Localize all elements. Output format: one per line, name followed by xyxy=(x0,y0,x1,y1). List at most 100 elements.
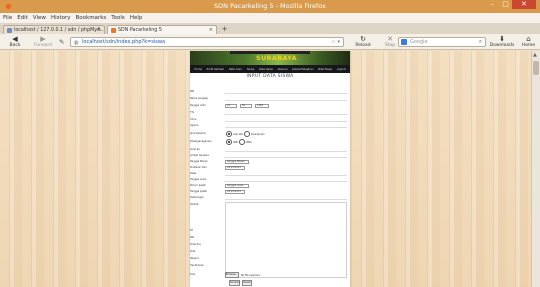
menu-tools[interactable]: Tools xyxy=(111,15,125,21)
site-nav-kelas[interactable]: Data Kelas xyxy=(259,68,273,71)
ijazah-date-input[interactable]: 01/01/2013 xyxy=(225,190,245,194)
year-select[interactable]: 1990 xyxy=(255,104,269,108)
reset-button[interactable]: Reset xyxy=(242,280,252,286)
site-nav-logout[interactable]: Logout xyxy=(337,68,346,71)
minimize-button[interactable]: – xyxy=(486,0,499,9)
lulus-label: Tanggal Lulus xyxy=(190,178,207,181)
new-tab-button[interactable]: + xyxy=(219,26,230,34)
lulus-date-input[interactable]: Tanggal Lulus xyxy=(225,184,249,188)
forward-button[interactable]: ▶ Forward xyxy=(29,35,57,49)
anak-field[interactable] xyxy=(225,151,347,152)
anak-label: Anak Ke xyxy=(190,148,200,151)
tempat-label: TTL xyxy=(190,111,195,114)
downloads-button[interactable]: ⬇ Downloads xyxy=(487,35,517,49)
ttl-label: Tanggal Lahir xyxy=(190,104,206,107)
submit-button[interactable]: Simpan xyxy=(229,280,240,286)
stop-label: Stop xyxy=(384,43,396,48)
alamat-label: Alamat xyxy=(190,203,199,206)
form-row-actions: Simpan Reset xyxy=(190,280,350,287)
day-select[interactable]: 01 xyxy=(225,104,237,108)
back-arrow-icon: ◀ xyxy=(12,35,18,43)
nis-label: NIS xyxy=(190,90,195,93)
tempat-field[interactable] xyxy=(225,114,347,115)
pindah-label: Pindahan Dari xyxy=(190,166,207,169)
reload-label: Reload xyxy=(355,43,371,48)
url-text: localhost/sdn/index.php?k=siswa xyxy=(82,39,166,45)
downloads-label: Downloads xyxy=(489,43,515,48)
search-placeholder: Google xyxy=(410,39,428,45)
menu-edit[interactable]: Edit xyxy=(17,15,28,21)
site-nav-jadwal[interactable]: Jadwal Pelajaran xyxy=(292,68,313,71)
scroll-up-icon[interactable]: ▲ xyxy=(533,52,537,58)
rt-label: RT xyxy=(190,229,193,232)
kota-label: Kota xyxy=(190,250,196,253)
kelas-field[interactable] xyxy=(225,175,347,176)
tab-label: SDN Pacarkeling 5 xyxy=(118,27,162,33)
umur-field[interactable] xyxy=(225,121,347,122)
warga-wna-label: WNA xyxy=(246,141,252,144)
site-nav-profil[interactable]: Profil Sekolah xyxy=(207,68,225,71)
page-viewport: SURABAYA Home Profil Sekolah Data Guru S… xyxy=(0,51,531,287)
search-bar[interactable]: Google ⌕ xyxy=(398,37,486,47)
ket-field[interactable] xyxy=(225,199,347,200)
vertical-scrollbar[interactable]: ▲ xyxy=(531,51,540,287)
telp-label: Telepon xyxy=(190,257,200,260)
menu-history[interactable]: History xyxy=(51,15,71,21)
saudara-label: Jumlah Saudara xyxy=(190,154,209,157)
menu-view[interactable]: View xyxy=(33,15,46,21)
title-bar: SDN Pacarkeling 5 - Mozilla Firefox – □ … xyxy=(0,0,540,13)
back-label: Back xyxy=(9,43,21,48)
tab-label: localhost / 127.0.0.1 / sdn / phpMyA... xyxy=(14,27,105,33)
agama-label: Agama xyxy=(190,124,199,127)
tgl-ijazah-label: Tanggal Ijazah xyxy=(190,190,208,193)
menu-help[interactable]: Help xyxy=(130,15,143,21)
warga-wni-radio[interactable] xyxy=(226,139,232,145)
url-bar[interactable]: ◍ localhost/sdn/index.php?k=siswa ☆ ▾ xyxy=(70,37,344,47)
nama-label: Nama Lengkap xyxy=(190,97,208,100)
site-nav-guru[interactable]: Data Guru xyxy=(229,68,242,71)
foto-label: Foto xyxy=(190,273,196,276)
tab-close-icon[interactable]: × xyxy=(97,27,101,33)
site-nav-home[interactable]: Home xyxy=(194,68,202,71)
back-button[interactable]: ◀ Back xyxy=(1,35,29,49)
warga-wna-radio[interactable] xyxy=(239,139,245,145)
nis-field[interactable] xyxy=(225,93,347,94)
kelas-label: Kelas xyxy=(190,172,197,175)
tab-strip: localhost / 127.0.0.1 / sdn / phpMyA... … xyxy=(0,23,540,34)
search-icon[interactable]: ⌕ xyxy=(479,38,482,46)
tools-wrench-icon[interactable]: ✎ xyxy=(59,38,64,46)
pindah-date-input[interactable]: 01/01/2013 xyxy=(225,166,245,170)
lulus-field[interactable] xyxy=(225,181,347,182)
masuk-date-input[interactable]: Tanggal Masuk xyxy=(225,160,249,164)
menu-bookmarks[interactable]: Bookmarks xyxy=(76,15,107,21)
reload-button[interactable]: ↻ Reload xyxy=(349,35,377,49)
nama-field[interactable] xyxy=(225,100,347,101)
tab-close-icon[interactable]: × xyxy=(209,27,213,33)
download-arrow-icon: ⬇ xyxy=(499,35,505,43)
jk-perempuan-radio[interactable] xyxy=(244,131,250,137)
form-row-foto: Foto Browse... No file selected. xyxy=(190,272,350,280)
tab-phpmyadmin[interactable]: localhost / 127.0.0.1 / sdn / phpMyA... … xyxy=(3,25,105,34)
scrollbar-thumb[interactable] xyxy=(533,61,539,75)
maximize-button[interactable]: □ xyxy=(499,0,512,9)
agama-field[interactable] xyxy=(225,127,347,128)
month-select[interactable]: 01 xyxy=(240,104,252,108)
form-row-jk: Jenis Kelamin Laki-laki Perempuan xyxy=(190,131,350,139)
menu-file[interactable]: File xyxy=(3,15,12,21)
close-window-button[interactable]: ✕ xyxy=(512,0,536,9)
jk-laki-label: Laki-laki xyxy=(233,133,243,136)
browse-button[interactable]: Browse... xyxy=(225,272,239,278)
tab-sdn-pacarkeling[interactable]: SDN Pacarkeling 5 × xyxy=(107,25,217,34)
home-button[interactable]: ⌂ Home xyxy=(517,35,540,49)
saudara-field[interactable] xyxy=(225,157,347,158)
rw-label: RW xyxy=(190,236,194,239)
url-dropdown-icon[interactable]: ☆ ▾ xyxy=(331,38,340,46)
site-nav-nilai[interactable]: Nilai Siswa xyxy=(318,68,332,71)
no-file-label: No file selected. xyxy=(241,274,261,277)
site-nav-absensi[interactable]: Absensi xyxy=(277,68,287,71)
jk-label: Jenis Kelamin xyxy=(190,132,206,135)
forward-label: Forward xyxy=(33,43,53,48)
jk-laki-radio[interactable] xyxy=(226,131,232,137)
globe-icon: ◍ xyxy=(74,40,79,46)
site-nav-siswa[interactable]: Siswa xyxy=(247,68,254,71)
